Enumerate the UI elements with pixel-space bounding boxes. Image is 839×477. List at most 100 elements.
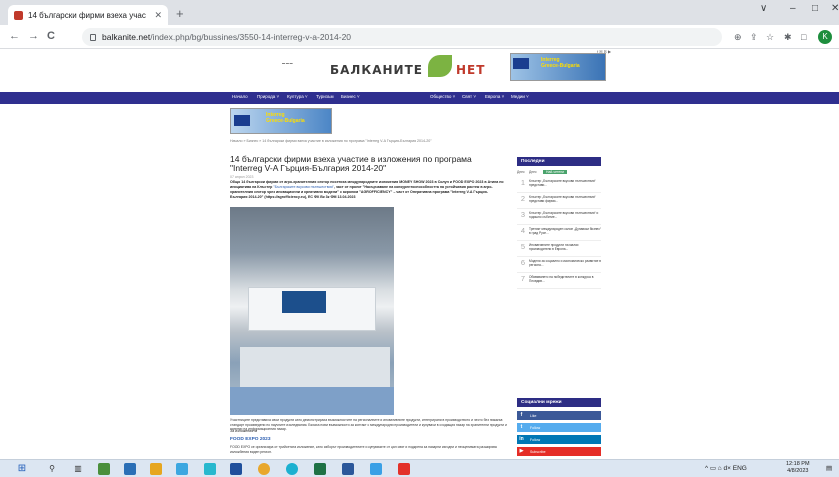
tab-close-icon[interactable]: ✕ [154,10,162,21]
reload-button[interactable]: C [47,30,55,42]
nav-item-nature[interactable]: Природа ˅ [257,94,279,99]
article-photo [230,207,394,415]
search-icon[interactable]: ⚲ [46,463,58,475]
popular-item[interactable]: 4 Третият международен салон „Дунавски би… [517,225,601,241]
tab-week[interactable]: Днес [529,170,537,174]
acrobat-icon[interactable] [398,463,410,475]
popular-item[interactable]: 5 Иновативните продукти на малки производ… [517,241,601,257]
popular-item-text[interactable]: Клъстер „Българските вкусови пътешествия… [529,211,601,219]
popular-item[interactable]: 2 Клъстер „Българските вкусови пътешестви… [517,193,601,209]
popular-item-number: 4 [520,226,526,235]
forward-button[interactable]: → [28,30,39,42]
share-icon[interactable]: ⇪ [750,32,758,43]
site-favicon-icon [14,10,23,20]
popular-item-text[interactable]: Третият международен салон „Дунавски биз… [529,227,601,235]
nav-item-tourism[interactable]: Туризъм [316,94,334,99]
social-network-icon: f [520,412,523,418]
tab-search-icon[interactable]: ∨ [760,3,767,14]
start-icon[interactable]: ⊞ [16,463,28,475]
tab-today[interactable]: Днес [517,170,525,174]
article-paragraph: FOOD EXPO се организира от трийсетата из… [230,445,497,454]
interreg-banner-top[interactable]: Interreg Greece-Bulgaria [510,53,606,81]
social-widget-title: Социални мрежи [517,398,601,407]
nav-item-home[interactable]: Начало [232,94,248,99]
task-view-icon[interactable]: ▥ [72,463,84,475]
minimize-button[interactable]: – [790,3,796,14]
popular-item[interactable]: 6 Модели за социално и икономическо разви… [517,257,601,273]
popular-tabs: Днес Днес Най-четени [517,169,601,177]
eu-flag-icon [234,115,250,126]
social-link[interactable]: f Like [517,411,601,420]
notification-icon[interactable]: ▤ [826,464,832,472]
popular-item-text[interactable]: Клъстер „Българските вкусови пътешествия… [529,195,601,203]
popular-item-text[interactable]: Клъстер „Българските вкусови пътешествия… [529,179,601,187]
url-host: balkanite.net [102,32,151,42]
social-link[interactable]: ▶ Subscribe [517,447,601,456]
app-icon-4[interactable] [176,463,188,475]
app-icon-3[interactable] [150,463,162,475]
site-logo-net[interactable]: НЕТ [456,63,485,77]
leaf-logo-icon [428,55,452,77]
skype-icon[interactable] [204,463,216,475]
app-icon-2[interactable] [124,463,136,475]
app-icon-5[interactable] [230,463,242,475]
close-window-button[interactable]: ✕ [831,3,839,14]
popular-item-number: 6 [520,258,526,267]
photo-screen [282,291,326,313]
nav-item-society[interactable]: Общество ˅ [430,94,455,99]
social-network-icon: ▶ [519,448,524,454]
social-network-icon: t [520,424,523,430]
popular-item-number: 2 [520,194,526,203]
browser-tabstrip: 14 български фирми взеха учас ✕ + ∨ – □ … [0,0,839,25]
tab-most-read[interactable]: Най-четени [543,170,568,174]
popular-widget-title: Последни [517,157,601,166]
address-bar[interactable]: balkanite.net /index.php/bg/bussines/355… [82,28,722,46]
app-icon-6[interactable] [370,463,382,475]
popular-item-text[interactable]: Модели за социално и икономическо развит… [529,259,601,267]
windows-taskbar: ⊞ ⚲ ▥ ^ ▭ ⌂ d× ENG 12:18 PM 4/8/2023 ▤ [0,459,839,477]
word-icon[interactable] [342,463,354,475]
cluster-link[interactable]: "Българските вкусови пътешествия" [273,185,333,189]
nav-item-culture[interactable]: Култура ˅ [287,94,308,99]
nav-item-europe[interactable]: Европа ˅ [485,94,504,99]
back-button[interactable]: ← [9,30,20,42]
new-tab-button[interactable]: + [176,6,184,21]
popular-item[interactable]: 3 Клъстер „Българските вкусови пътешестви… [517,209,601,225]
food-expo-link[interactable]: FOOD EXPO 2023 [230,437,271,442]
photo-floor [230,387,394,415]
popular-item-number: 5 [520,242,526,251]
profile-avatar[interactable]: K [818,30,832,44]
popular-item[interactable]: 1 Клъстер „Българските вкусови пътешестви… [517,177,601,193]
browser-toolbar: ← → C balkanite.net /index.php/bg/bussin… [0,25,839,49]
excel-icon[interactable] [314,463,326,475]
browser-tab[interactable]: 14 български фирми взеха учас ✕ [8,5,168,25]
system-tray[interactable]: ^ ▭ ⌂ d× ENG [705,464,747,472]
breadcrumb[interactable]: Начало » Бизнес » 14 български фирми взе… [230,139,432,143]
social-link[interactable]: t Follow [517,423,601,432]
nav-item-business[interactable]: Бизнес ˅ [341,94,360,99]
side-panel-icon[interactable]: □ [801,32,806,42]
nav-item-world[interactable]: Свят ˅ [462,94,476,99]
nav-item-media[interactable]: Медии ˅ [511,94,529,99]
popular-list: 1 Клъстер „Българските вкусови пътешестви… [517,177,601,289]
eu-flag-icon [513,58,529,69]
interreg-banner-article[interactable]: Interreg Greece-Bulgaria [230,108,332,134]
bookmark-star-icon[interactable]: ☆ [766,32,774,43]
social-link-label: Subscribe [530,449,546,454]
popular-item-text[interactable]: Обявяването на победителите в конкурса в… [529,275,601,283]
zoom-icon[interactable]: ⊕ [734,32,742,43]
taskbar-clock[interactable]: 12:18 PM 4/8/2023 [786,461,810,475]
popular-item-number: 3 [520,210,526,219]
extensions-icon[interactable]: ✱ [784,32,792,43]
social-link-label: Like [530,413,537,418]
edge-icon[interactable] [286,463,298,475]
sidebar-popular: Последни Днес Днес Най-четени 1 Клъстер „… [517,157,601,289]
app-icon-1[interactable] [98,463,110,475]
tab-title: 14 български фирми взеха учас [28,10,146,20]
popular-item-text[interactable]: Иновативните продукти на малки производи… [529,243,601,251]
chrome-icon[interactable] [258,463,270,475]
social-link[interactable]: in Follow [517,435,601,444]
site-logo[interactable]: БАЛКАНИТЕ [330,63,423,77]
popular-item[interactable]: 7 Обявяването на победителите в конкурса … [517,273,601,289]
maximize-button[interactable]: □ [812,3,818,14]
